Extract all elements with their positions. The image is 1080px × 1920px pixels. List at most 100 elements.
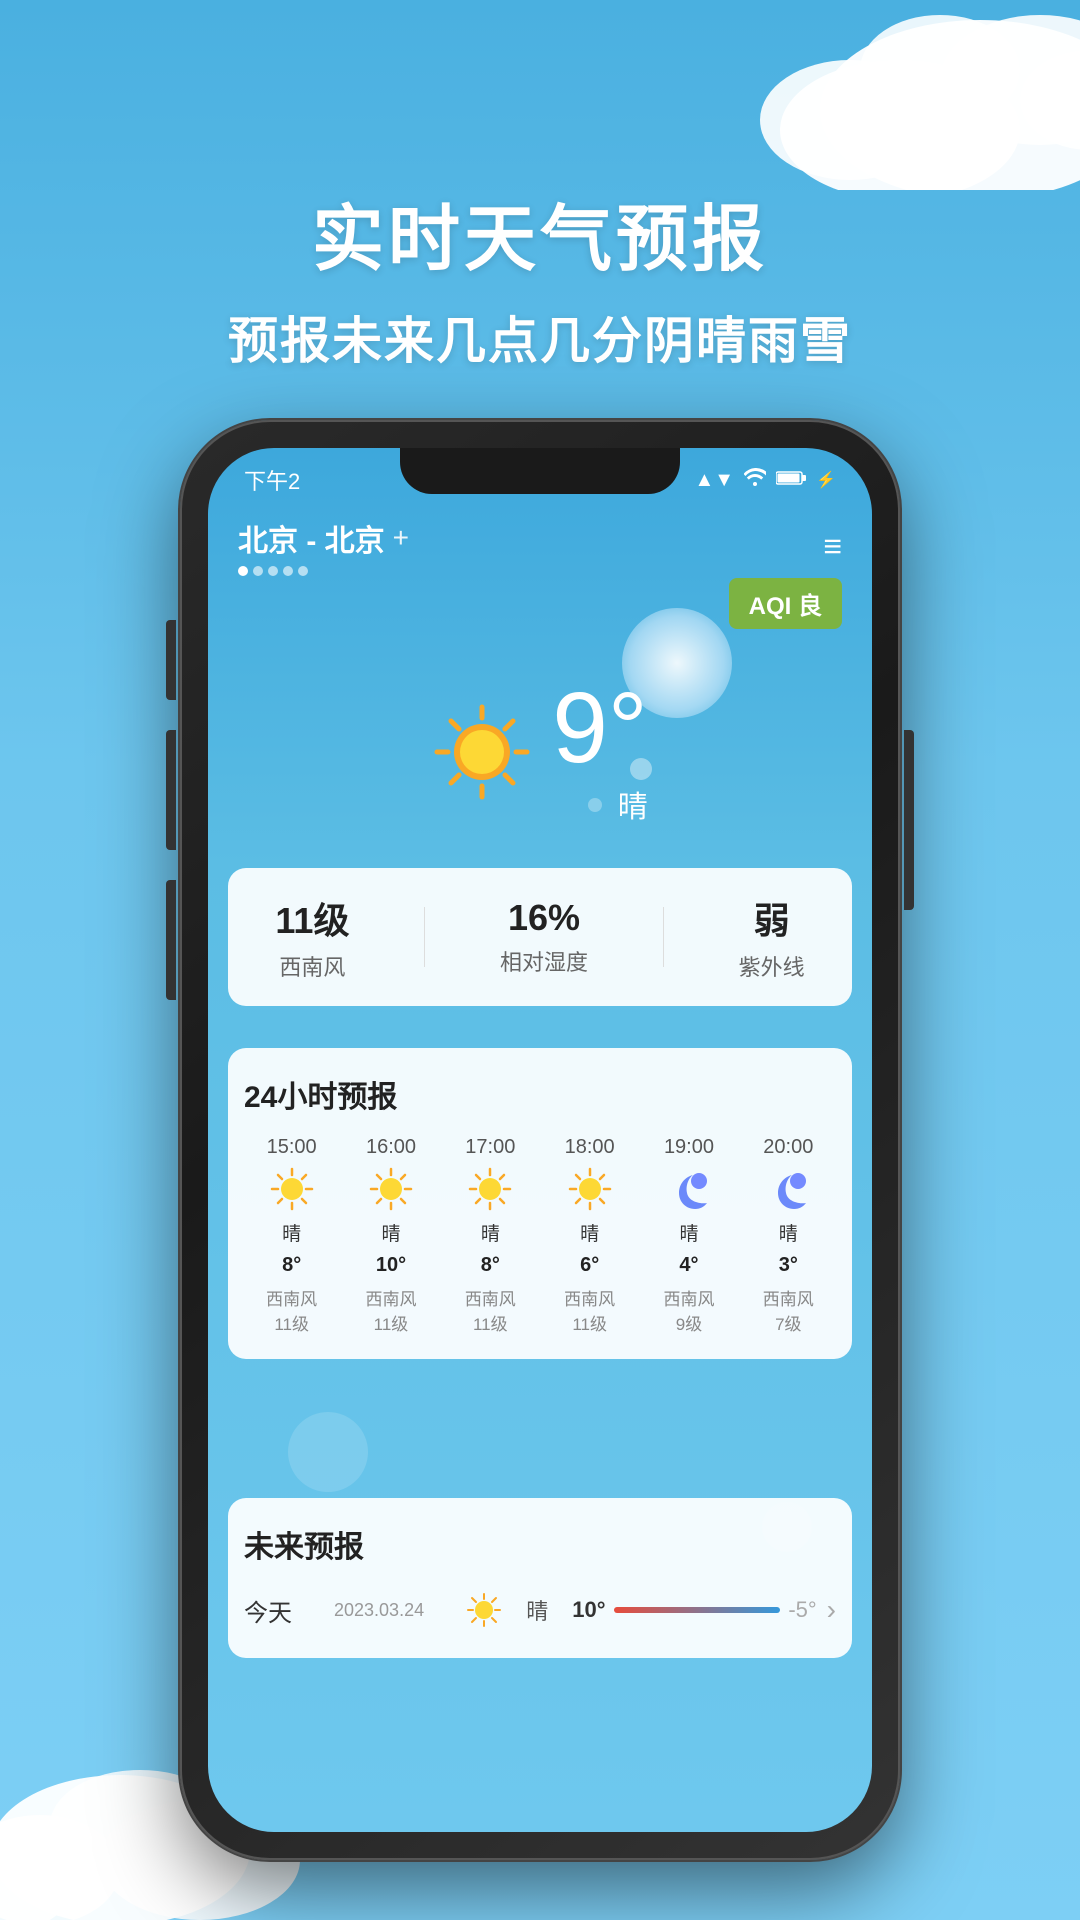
volume-up-button	[166, 730, 176, 850]
uv-label: 紫外线	[739, 950, 805, 982]
location-text: 北京 - 北京	[238, 516, 385, 560]
add-location-button[interactable]: +	[393, 522, 409, 554]
hour-temp: 10°	[376, 1254, 406, 1277]
sun-icon-small	[468, 1167, 512, 1211]
hour-item-1500: 15:00 晴 8°	[244, 1136, 339, 1335]
future-date: 2023.03.24	[334, 1600, 456, 1621]
temp-low: -5°	[788, 1597, 816, 1623]
battery-icon	[776, 469, 806, 492]
phone-outer-frame: 下午2 ▲▼	[180, 420, 900, 1860]
hour-desc: 晴	[580, 1219, 599, 1246]
hourly-forecast-row: 15:00 晴 8°	[244, 1136, 836, 1335]
dot-2	[253, 566, 263, 576]
hour-wind: 西南风11级	[266, 1285, 317, 1335]
status-icons: ▲▼ ⚡	[694, 460, 836, 492]
wind-label: 西南风	[279, 950, 345, 982]
hour-temp: 4°	[679, 1254, 698, 1277]
wifi-icon	[744, 468, 766, 492]
humidity-stat: 16% 相对湿度	[500, 897, 588, 977]
temp-bar	[614, 1607, 781, 1613]
temperature-display: 9° 晴	[552, 678, 648, 826]
hour-desc: 晴	[282, 1219, 301, 1246]
chevron-right-icon: ›	[827, 1594, 836, 1626]
bubble-1	[288, 1412, 368, 1492]
hero-title-sub: 预报未来几点几分阴晴雨雪	[0, 301, 1080, 373]
hour-desc: 晴	[779, 1219, 798, 1246]
humidity-value: 16%	[508, 897, 580, 939]
menu-button[interactable]: ≡	[823, 530, 842, 562]
weather-description: 晴	[552, 782, 648, 826]
hour-time: 19:00	[664, 1136, 714, 1159]
sun-icon	[432, 702, 532, 802]
app-header: 北京 - 北京 + ≡	[208, 504, 872, 588]
hour-item-2000: 20:00 晴 3° 西南风7级	[741, 1136, 836, 1335]
stat-divider-2	[663, 907, 664, 967]
hour-wind: 西南风9级	[663, 1285, 714, 1335]
cloud-top-right-decoration	[700, 0, 1080, 190]
forecast-future-title: 未来预报	[244, 1522, 836, 1566]
location-dots	[238, 566, 409, 576]
aqi-badge: AQI 良	[729, 578, 842, 629]
dot-5	[298, 566, 308, 576]
uv-value: 弱	[754, 892, 790, 944]
hour-item-1700: 17:00 晴 8°	[443, 1136, 538, 1335]
status-time: 下午2	[244, 456, 300, 496]
hour-temp: 6°	[580, 1254, 599, 1277]
hour-time: 16:00	[366, 1136, 416, 1159]
temperature-value: 9°	[552, 678, 648, 778]
stat-divider-1	[424, 907, 425, 967]
future-day: 今天	[244, 1593, 324, 1628]
hour-wind: 西南风7级	[763, 1285, 814, 1335]
sun-icon-small	[369, 1167, 413, 1211]
power-button	[904, 730, 914, 910]
hour-time: 18:00	[565, 1136, 615, 1159]
phone-mockup: 下午2 ▲▼	[180, 420, 900, 1860]
hour-time: 17:00	[465, 1136, 515, 1159]
charge-icon: ⚡	[816, 470, 836, 490]
temp-bar-wrapper: 10° -5°	[572, 1597, 816, 1623]
hour-wind: 西南风11级	[465, 1285, 516, 1335]
location-row[interactable]: 北京 - 北京 +	[238, 516, 409, 560]
sun-icon-small	[568, 1167, 612, 1211]
phone-notch	[400, 448, 680, 494]
dot-3	[268, 566, 278, 576]
hero-title-section: 实时天气预报 预报未来几点几分阴晴雨雪	[0, 180, 1080, 373]
phone-screen: 下午2 ▲▼	[208, 448, 872, 1832]
wind-value: 11级	[275, 892, 349, 944]
hour-desc: 晴	[679, 1219, 698, 1246]
uv-stat: 弱 紫外线	[739, 892, 805, 982]
temp-high: 10°	[572, 1597, 605, 1623]
hour-time: 20:00	[763, 1136, 813, 1159]
future-desc: 晴	[512, 1594, 562, 1626]
humidity-label: 相对湿度	[500, 945, 588, 977]
hour-time: 15:00	[267, 1136, 317, 1159]
moon-icon-small	[667, 1167, 711, 1211]
forecast-24h-section: 24小时预报 15:00	[228, 1048, 852, 1359]
hour-item-1800: 18:00 晴 6°	[542, 1136, 637, 1335]
future-row-today: 今天 2023.03.24 晴 10	[244, 1586, 836, 1634]
moon-icon-small	[766, 1167, 810, 1211]
volume-mute-button	[166, 620, 176, 700]
hour-item-1600: 16:00 晴 10°	[343, 1136, 438, 1335]
weather-stats-bar: 11级 西南风 16% 相对湿度 弱 紫外线	[228, 868, 852, 1006]
signal-icon: ▲▼	[694, 469, 734, 492]
hour-desc: 晴	[481, 1219, 500, 1246]
hour-temp: 3°	[779, 1254, 798, 1277]
hour-wind: 西南风11级	[564, 1285, 615, 1335]
location-section: 北京 - 北京 +	[238, 516, 409, 576]
forecast-24h-title: 24小时预报	[244, 1072, 836, 1116]
hour-wind: 西南风11级	[365, 1285, 416, 1335]
hero-title-main: 实时天气预报	[0, 180, 1080, 285]
weather-main-display: 9° 晴	[208, 678, 872, 826]
hour-temp: 8°	[282, 1254, 301, 1277]
dot-1	[238, 566, 248, 576]
wind-stat: 11级 西南风	[275, 892, 349, 982]
future-sun-icon	[466, 1592, 502, 1628]
hour-item-1900: 19:00 晴 4° 西南风9级	[641, 1136, 736, 1335]
dot-4	[283, 566, 293, 576]
hour-temp: 8°	[481, 1254, 500, 1277]
volume-down-button	[166, 880, 176, 1000]
forecast-future-section: 未来预报 今天 2023.03.24 晴	[228, 1498, 852, 1658]
hour-desc: 晴	[381, 1219, 400, 1246]
sun-icon-small	[270, 1167, 314, 1211]
